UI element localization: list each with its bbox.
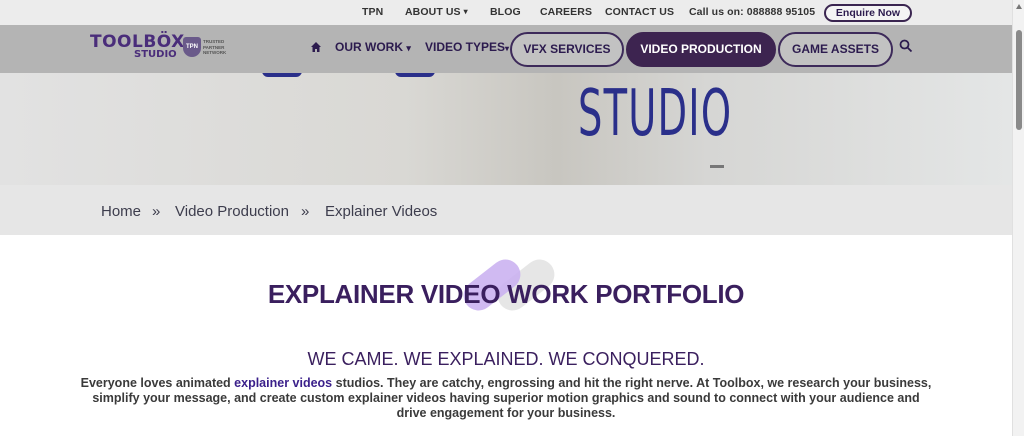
breadcrumb-separator: » [301,203,310,220]
game-assets-button[interactable]: GAME ASSETS [778,32,893,67]
section-subtitle: WE CAME. WE EXPLAINED. WE CONQUERED. [307,349,705,369]
hero-sign-mark [710,165,724,168]
scrollbar-thumb[interactable] [1016,30,1022,130]
breadcrumb-video-production[interactable]: Video Production [175,203,289,220]
video-types-label: VIDEO TYPES [425,40,506,54]
hero-letter-fragment [395,73,435,77]
page-title: EXPLAINER VIDEO WORK PORTFOLIO [267,279,745,309]
home-icon[interactable] [310,41,322,53]
nav-our-work[interactable]: OUR WORK ▾ [335,40,411,54]
hero-studio-sign: STUDIO [578,77,733,151]
main-navigation: TOOLBÖX STUDIO TPN TRUSTED PARTNER NETWO… [0,25,1012,73]
vfx-services-button[interactable]: VFX SERVICES [510,32,624,67]
tpn-badge-text: TRUSTED PARTNER NETWORK [203,39,227,55]
toolbox-logo[interactable]: TOOLBÖX STUDIO [90,34,185,60]
nav-video-types[interactable]: VIDEO TYPES▾ [425,40,509,54]
top-link-contact[interactable]: CONTACT US [605,6,674,18]
phone-number[interactable]: Call us on: 088888 95105 [689,6,815,18]
intro-paragraph: Everyone loves animated explainer videos… [80,376,932,421]
hero-letter-fragment [262,73,302,77]
tpn-badge: TPN TRUSTED PARTNER NETWORK [183,37,229,59]
explainer-videos-link[interactable]: explainer videos [234,376,332,390]
chevron-down-icon: ▾ [463,7,468,16]
breadcrumb: Home » Video Production » Explainer Vide… [0,185,1012,235]
shield-icon: TPN [183,37,201,57]
about-label: ABOUT US [405,6,461,18]
para-text: Everyone loves animated [80,376,235,390]
breadcrumb-home[interactable]: Home [101,203,141,220]
page-scrollbar[interactable] [1012,0,1024,436]
enquire-now-button[interactable]: Enquire Now [824,4,912,22]
top-link-about[interactable]: ABOUT US ▾ [405,6,468,18]
caret-down-icon: ▾ [505,44,510,53]
top-link-tpn[interactable]: TPN [362,6,383,18]
our-work-label: OUR WORK [335,40,403,54]
main-content: EXPLAINER VIDEO WORK PORTFOLIO WE CAME. … [0,235,1012,436]
video-production-button[interactable]: VIDEO PRODUCTION [626,32,776,67]
breadcrumb-current: Explainer Videos [325,203,438,220]
chevron-down-icon: ▾ [406,43,411,53]
breadcrumb-separator: » [152,203,161,220]
logo-line1: TOOLBÖX [90,32,185,52]
top-link-careers[interactable]: CAREERS [540,6,592,18]
hero-banner-image: STUDIO [0,73,1012,185]
search-icon[interactable] [899,39,913,53]
top-utility-bar: TPN ABOUT US ▾ BLOG CAREERS CONTACT US Ca… [0,0,1012,25]
top-link-blog[interactable]: BLOG [490,6,521,18]
scroll-up-arrow-icon[interactable] [1016,4,1022,9]
